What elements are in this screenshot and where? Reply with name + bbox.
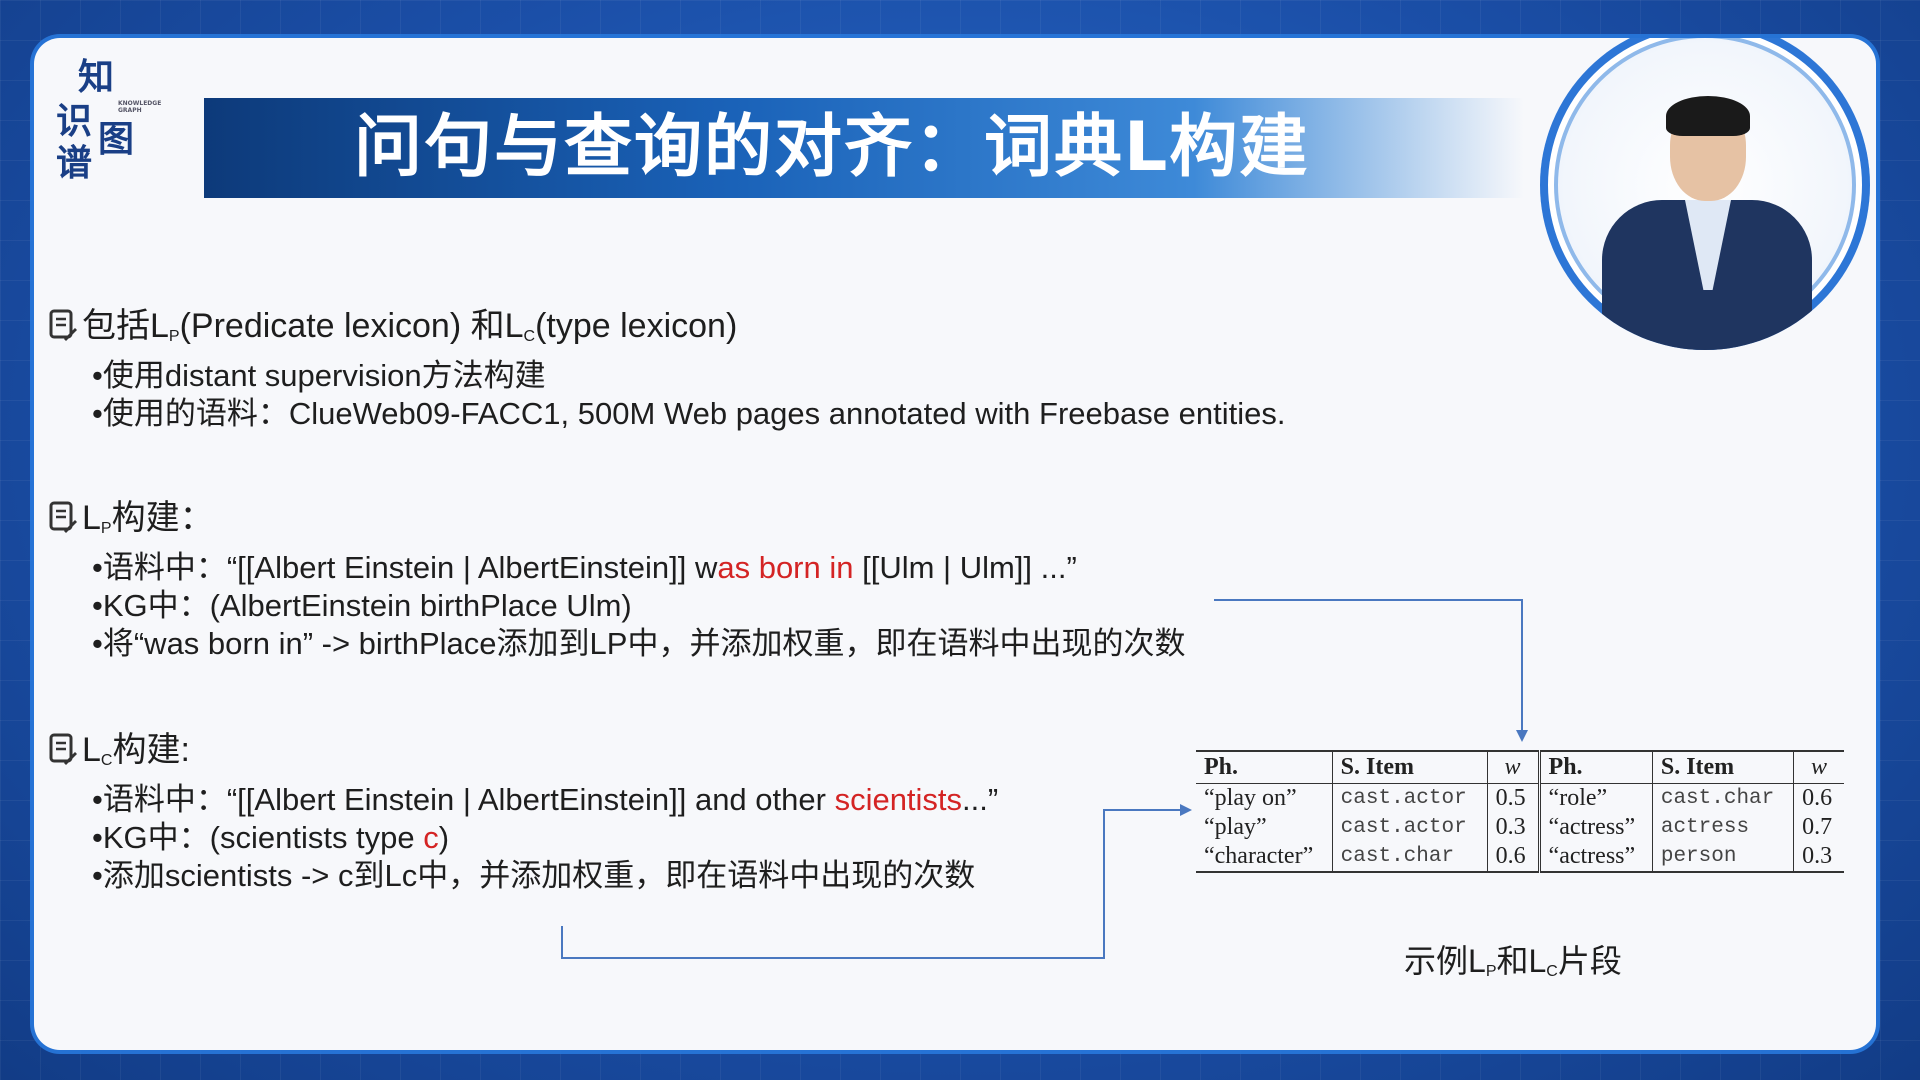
caption-subscript: C: [1546, 963, 1558, 980]
table-cell: “actress”: [1537, 813, 1653, 842]
table-cell: 0.7: [1793, 813, 1844, 842]
connector-arrows: [561, 599, 1528, 959]
caption-part: 示例L: [1404, 943, 1486, 979]
table-cell: 0.6: [1793, 783, 1844, 813]
table-row: “character” cast.char 0.6 “actress” pers…: [1196, 842, 1844, 872]
table-cell: “play on”: [1204, 785, 1297, 811]
table-cell: “actress”: [1537, 842, 1653, 872]
caption-part: 和L: [1496, 943, 1547, 979]
col-header: S. Item: [1651, 751, 1794, 784]
caption-subscript: P: [1485, 963, 1497, 980]
caption-part: 片段: [1557, 943, 1622, 979]
table-row: “play on” cast.actor 0.5 “role” cast.cha…: [1196, 783, 1844, 813]
table-caption: 示例LP和LC片段: [1404, 936, 1622, 982]
table-cell: “play”: [1204, 814, 1267, 840]
table-cell: “role”: [1537, 783, 1653, 813]
table-cell: 0.6: [1486, 842, 1540, 872]
table-cell: actress: [1651, 813, 1794, 842]
arrowhead-down: [1516, 730, 1528, 742]
table-header-row: Ph. S. Item w Ph. S. Item w: [1196, 751, 1844, 784]
table-row: “play” cast.actor 0.3 “actress” actress …: [1196, 813, 1844, 842]
table-cell: 0.3: [1486, 813, 1540, 842]
table-cell: cast.char: [1651, 783, 1794, 813]
table-cell: cast.actor: [1331, 783, 1488, 813]
table-cell: cast.actor: [1331, 813, 1488, 842]
table-cell: “character”: [1204, 843, 1314, 869]
table-cell: 0.5: [1486, 783, 1540, 813]
slide-panel: 知 识 图 谱 KNOWLEDGE GRAPH 问句与查询的对齐：词典L构建 包…: [34, 38, 1876, 1050]
table-cell: cast.char: [1331, 842, 1488, 872]
col-header: S. Item: [1331, 751, 1488, 784]
col-header: w: [1486, 751, 1540, 784]
col-header: Ph.: [1196, 751, 1333, 784]
arrow-lc-to-table: [561, 809, 1184, 959]
table-cell: 0.3: [1793, 842, 1844, 872]
arrowhead-right: [1180, 804, 1192, 816]
table-cell: person: [1651, 842, 1794, 872]
lexicon-table: Ph. S. Item w Ph. S. Item w “play on” ca…: [1196, 750, 1844, 873]
col-header: w: [1793, 751, 1844, 784]
arrow-lp-to-table: [1214, 599, 1523, 736]
col-header: Ph.: [1537, 751, 1653, 784]
